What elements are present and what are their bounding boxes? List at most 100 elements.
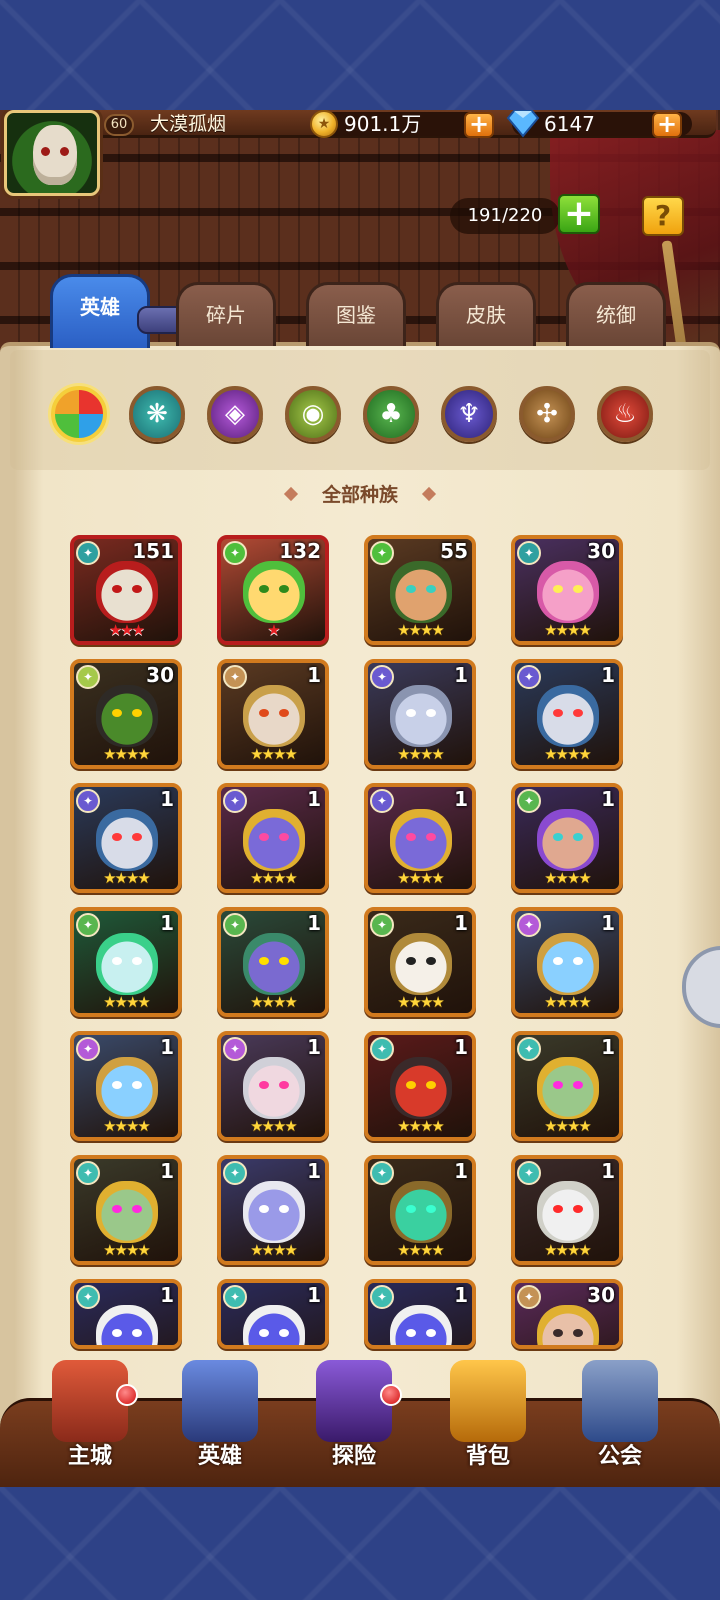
race-eye-icon[interactable]: ◉ xyxy=(285,386,341,442)
hero-card[interactable]: ✦ 1 ★★★★ xyxy=(511,783,623,893)
hero-eye xyxy=(259,709,269,717)
expand-capacity-button[interactable]: + xyxy=(558,194,600,234)
hero-card[interactable]: ✦ 55 ★★★★ xyxy=(364,535,476,645)
race-all-icon[interactable] xyxy=(51,386,107,442)
hero-race-icon: ✦ xyxy=(370,1037,394,1061)
race-shadow-icon[interactable]: ♆ xyxy=(441,386,497,442)
hero-card[interactable]: ✦ 1 ★★★★ xyxy=(364,1155,476,1265)
player-avatar[interactable] xyxy=(4,110,100,196)
bottom-frame xyxy=(0,1487,720,1600)
tab-codex[interactable]: 图鉴 xyxy=(306,282,406,346)
hero-eye xyxy=(259,1205,269,1213)
hero-level: 1 xyxy=(454,1283,468,1307)
nav-label: 公会 xyxy=(597,1444,642,1469)
hero-card[interactable]: ✦ 1 ★★★★ xyxy=(217,1155,329,1265)
hero-card[interactable]: ✦ 1 xyxy=(364,1279,476,1349)
hero-card[interactable]: ✦ 1 ★★★★ xyxy=(217,907,329,1017)
hero-card[interactable]: ✦ 1 ★★★★ xyxy=(217,659,329,769)
hero-card[interactable]: ✦ 1 ★★★★ xyxy=(511,1031,623,1141)
side-arrow-icon[interactable] xyxy=(682,946,720,1028)
race-water-icon[interactable]: ❋ xyxy=(129,386,185,442)
hero-level: 1 xyxy=(160,1035,174,1059)
hero-race-icon: ✦ xyxy=(223,913,247,937)
hero-level: 151 xyxy=(132,539,174,563)
add-gem-button[interactable]: + xyxy=(652,112,682,138)
hero-stars: ★★★★ xyxy=(544,1117,592,1135)
hero-level: 1 xyxy=(307,1159,321,1183)
gold-counter: ★ 901.1万 + xyxy=(310,110,494,138)
nav-item-3[interactable]: 探险 xyxy=(294,1360,414,1486)
hero-race-icon: ✦ xyxy=(517,1285,541,1309)
hero-card[interactable]: ✦ 132 ★ xyxy=(217,535,329,645)
nav-item-5[interactable]: 公会 xyxy=(560,1360,680,1486)
top-frame xyxy=(0,0,720,110)
hero-level: 1 xyxy=(307,787,321,811)
tab-fragments[interactable]: 碎片 xyxy=(176,282,276,346)
hero-face xyxy=(390,1057,452,1119)
hero-card[interactable]: ✦ 1 ★★★★ xyxy=(217,1031,329,1141)
tab-command[interactable]: 统御 xyxy=(566,282,666,346)
hero-card[interactable]: ✦ 1 ★★★★ xyxy=(364,907,476,1017)
hero-stars: ★★★★ xyxy=(103,1241,151,1259)
hero-stars: ★★★★ xyxy=(397,745,445,763)
hero-race-icon: ✦ xyxy=(76,913,100,937)
hero-card[interactable]: ✦ 1 ★★★★ xyxy=(70,907,182,1017)
hero-level: 1 xyxy=(601,1035,615,1059)
hero-eye xyxy=(259,585,269,593)
nav-item-1[interactable]: 主城 xyxy=(30,1360,150,1486)
hero-card[interactable]: ✦ 151 ★★★ xyxy=(70,535,182,645)
hero-card[interactable]: ✦ 1 ★★★★ xyxy=(70,783,182,893)
help-button[interactable]: ? xyxy=(642,196,684,236)
hero-level: 1 xyxy=(601,663,615,687)
hero-race-icon: ✦ xyxy=(223,1161,247,1185)
hero-card[interactable]: ✦ 1 ★★★★ xyxy=(511,907,623,1017)
hero-stars: ★★★★ xyxy=(103,745,151,763)
hero-face xyxy=(390,1181,452,1243)
hero-eye xyxy=(553,709,563,717)
hero-card[interactable]: ✦ 30 ★★★★ xyxy=(511,535,623,645)
hero-card[interactable]: ✦ 1 ★★★★ xyxy=(364,659,476,769)
hero-race-icon: ✦ xyxy=(223,665,247,689)
hero-card[interactable]: ✦ 30 xyxy=(511,1279,623,1349)
hero-stars: ★★★★ xyxy=(103,993,151,1011)
race-forest-icon[interactable]: ♣ xyxy=(363,386,419,442)
hero-stars: ★★★★ xyxy=(397,869,445,887)
hero-stars: ★★★★ xyxy=(397,1117,445,1135)
hero-card[interactable]: ✦ 30 ★★★★ xyxy=(70,659,182,769)
tab-skins[interactable]: 皮肤 xyxy=(436,282,536,346)
hero-card[interactable]: ✦ 1 ★★★★ xyxy=(511,1155,623,1265)
hero-card[interactable]: ✦ 1 ★★★★ xyxy=(217,783,329,893)
hero-card[interactable]: ✦ 1 xyxy=(217,1279,329,1349)
nav-label: 背包 xyxy=(465,1444,510,1469)
nav-item-2[interactable]: 英雄 xyxy=(160,1360,280,1486)
hero-card[interactable]: ✦ 1 ★★★★ xyxy=(364,783,476,893)
hero-eye xyxy=(553,1205,563,1213)
race-fire-icon[interactable]: ♨ xyxy=(597,386,653,442)
hero-level: 1 xyxy=(307,1283,321,1307)
diamond-left-icon xyxy=(283,486,299,502)
race-arcane-icon[interactable]: ◈ xyxy=(207,386,263,442)
hero-card[interactable]: ✦ 1 ★★★★ xyxy=(511,659,623,769)
hero-race-icon: ✦ xyxy=(370,1161,394,1185)
tab-heroes[interactable]: 英雄 xyxy=(50,274,150,348)
race-light-icon[interactable]: ✣ xyxy=(519,386,575,442)
hero-card[interactable]: ✦ 1 ★★★★ xyxy=(364,1031,476,1141)
hero-stars xyxy=(515,1325,619,1345)
hero-face xyxy=(243,809,305,871)
hero-face xyxy=(243,1057,305,1119)
hero-card[interactable]: ✦ 1 ★★★★ xyxy=(70,1155,182,1265)
hero-stars: ★★★★ xyxy=(250,1241,298,1259)
add-gold-button[interactable]: + xyxy=(464,112,494,138)
hero-stars: ★★★★ xyxy=(250,745,298,763)
hero-icon xyxy=(182,1360,258,1442)
nav-item-4[interactable]: 背包 xyxy=(428,1360,548,1486)
backpack-icon xyxy=(450,1360,526,1442)
hero-card[interactable]: ✦ 1 xyxy=(70,1279,182,1349)
hero-stars: ★★★★ xyxy=(103,869,151,887)
hero-card[interactable]: ✦ 1 ★★★★ xyxy=(70,1031,182,1141)
hero-stars: ★★★★ xyxy=(103,1117,151,1135)
hero-race-icon: ✦ xyxy=(76,1161,100,1185)
hero-eye xyxy=(426,1081,436,1089)
hero-stars: ★★★★ xyxy=(544,621,592,639)
hero-race-icon: ✦ xyxy=(370,913,394,937)
